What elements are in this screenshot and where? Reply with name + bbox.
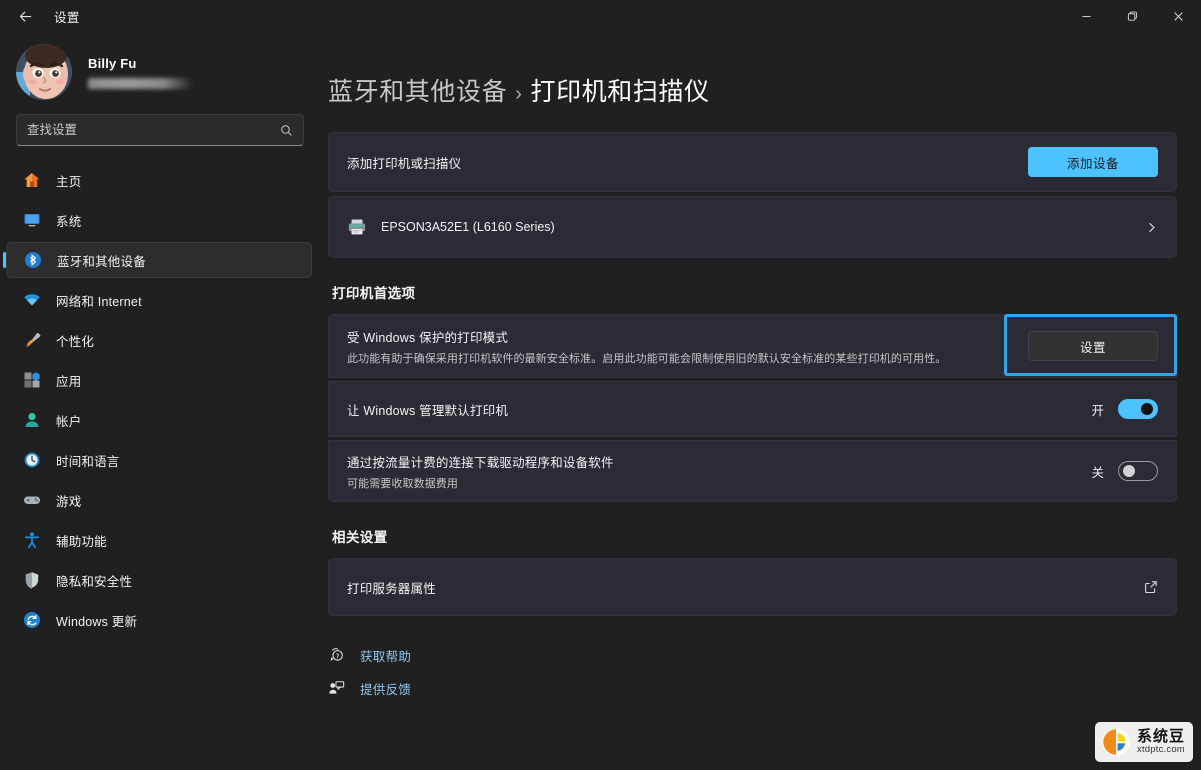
avatar <box>16 44 72 100</box>
metered-download-title: 通过按流量计费的连接下载驱动程序和设备软件 <box>347 455 614 470</box>
sidebar-item-apps[interactable]: 应用 <box>6 362 312 398</box>
minimize-button[interactable] <box>1063 0 1109 32</box>
manage-default-printer-row: 让 Windows 管理默认打印机 开 <box>328 381 1177 437</box>
printer-icon <box>347 217 369 237</box>
sidebar-nav: 主页 系统 蓝牙和其他设备 网络和 Internet 个性化 应用 帐户 时间和… <box>0 162 320 642</box>
time-icon <box>22 450 42 470</box>
window-controls <box>1063 0 1201 32</box>
add-device-button[interactable]: 添加设备 <box>1028 147 1158 177</box>
breadcrumb: 蓝牙和其他设备 › 打印机和扫描仪 <box>328 72 1177 108</box>
sidebar-item-label: 帐户 <box>56 414 82 429</box>
sidebar-item-label: 网络和 Internet <box>56 294 142 309</box>
sidebar-item-label: 个性化 <box>56 334 95 349</box>
home-icon <box>22 170 42 190</box>
gaming-icon <box>22 490 42 510</box>
breadcrumb-separator: › <box>515 83 523 105</box>
sidebar-item-label: 系统 <box>56 214 82 229</box>
sidebar-item-label: 隐私和安全性 <box>56 574 133 589</box>
search-icon <box>280 124 303 137</box>
apps-icon <box>22 370 42 390</box>
personalize-icon <box>22 330 42 350</box>
sidebar-item-label: 游戏 <box>56 494 82 509</box>
sidebar-item-label: 辅助功能 <box>56 534 107 549</box>
chevron-right-icon <box>1145 221 1158 234</box>
search-input[interactable] <box>17 123 280 137</box>
protected-print-description: 此功能有助于确保采用打印机软件的最新安全标准。启用此功能可能会限制使用旧的默认安… <box>347 352 947 365</box>
back-button[interactable] <box>8 1 42 31</box>
protected-print-settings-button[interactable]: 设置 <box>1028 331 1158 361</box>
bluetooth-icon <box>23 250 43 270</box>
metered-download-state: 关 <box>1091 465 1104 480</box>
footer-links: 获取帮助 提供反馈 <box>328 642 1177 701</box>
sidebar-item-system[interactable]: 系统 <box>6 202 312 238</box>
sidebar-item-privacy-security[interactable]: 隐私和安全性 <box>6 562 312 598</box>
metered-download-toggle[interactable] <box>1118 461 1158 481</box>
account-name: Billy Fu <box>88 55 137 71</box>
watermark-name: 系统豆 <box>1136 727 1185 745</box>
page-title: 打印机和扫描仪 <box>530 78 710 106</box>
sidebar-item-label: 主页 <box>56 174 82 189</box>
get-help-label: 获取帮助 <box>360 649 412 664</box>
sidebar-item-bluetooth[interactable]: 蓝牙和其他设备 <box>6 242 312 278</box>
sidebar-item-network[interactable]: 网络和 Internet <box>6 282 312 318</box>
breadcrumb-parent[interactable]: 蓝牙和其他设备 <box>328 78 507 106</box>
related-settings-heading: 相关设置 <box>332 530 388 545</box>
accounts-icon <box>22 410 42 430</box>
printer-preferences-heading: 打印机首选项 <box>332 286 416 301</box>
sidebar-item-label: 蓝牙和其他设备 <box>57 254 146 269</box>
search-box[interactable] <box>16 114 304 146</box>
close-button[interactable] <box>1155 0 1201 32</box>
manage-default-printer-title: 让 Windows 管理默认打印机 <box>347 403 509 418</box>
print-server-properties-label: 打印服务器属性 <box>347 581 436 596</box>
accessibility-icon <box>22 530 42 550</box>
sidebar-item-label: 时间和语言 <box>56 454 120 469</box>
protected-print-row: 受 Windows 保护的打印模式 此功能有助于确保采用打印机软件的最新安全标准… <box>328 314 1177 378</box>
printer-name: EPSON3A52E1 (L6160 Series) <box>381 220 555 234</box>
privacy-icon <box>22 570 42 590</box>
sidebar-item-personalization[interactable]: 个性化 <box>6 322 312 358</box>
account-section[interactable]: Billy Fu <box>0 32 320 110</box>
account-email-redacted <box>88 77 193 89</box>
printer-row[interactable]: EPSON3A52E1 (L6160 Series) <box>328 196 1177 258</box>
update-icon <box>22 610 42 630</box>
feedback-icon <box>328 680 348 696</box>
help-icon <box>328 647 348 663</box>
settings-window: 设置 Billy Fu 查找设置 主页 系统 蓝牙和其他设备 网络和 Inter… <box>0 0 1201 770</box>
add-printer-label: 添加打印机或扫描仪 <box>347 156 462 171</box>
manage-default-printer-state: 开 <box>1091 403 1104 418</box>
sidebar-item-label: 应用 <box>56 374 82 389</box>
sidebar-item-accounts[interactable]: 帐户 <box>6 402 312 438</box>
watermark-url: xtdptc.com <box>1136 744 1185 756</box>
external-link-icon <box>1144 580 1158 594</box>
sidebar-item-time-language[interactable]: 时间和语言 <box>6 442 312 478</box>
metered-download-row: 通过按流量计费的连接下载驱动程序和设备软件 可能需要收取数据费用 关 <box>328 440 1177 502</box>
network-icon <box>22 290 42 310</box>
sidebar-item-gaming[interactable]: 游戏 <box>6 482 312 518</box>
maximize-button[interactable] <box>1109 0 1155 32</box>
title-bar: 设置 <box>0 0 1201 32</box>
sidebar: Billy Fu 查找设置 主页 系统 蓝牙和其他设备 网络和 Internet… <box>0 32 320 770</box>
main-content: 蓝牙和其他设备 › 打印机和扫描仪 添加打印机或扫描仪 添加设备 EPSON3A… <box>320 32 1201 770</box>
protected-print-title: 受 Windows 保护的打印模式 <box>347 330 509 345</box>
give-feedback-label: 提供反馈 <box>360 682 412 697</box>
sidebar-item-home[interactable]: 主页 <box>6 162 312 198</box>
sidebar-item-label: Windows 更新 <box>56 614 138 629</box>
watermark: 系统豆 xtdptc.com <box>1094 722 1193 762</box>
sidebar-item-accessibility[interactable]: 辅助功能 <box>6 522 312 558</box>
get-help-link[interactable]: 获取帮助 <box>328 642 1177 668</box>
print-server-properties-row[interactable]: 打印服务器属性 <box>328 558 1177 616</box>
manage-default-printer-toggle[interactable] <box>1118 399 1158 419</box>
watermark-logo-icon <box>1102 728 1130 756</box>
system-icon <box>22 210 42 230</box>
app-title: 设置 <box>54 10 80 25</box>
add-printer-row: 添加打印机或扫描仪 添加设备 <box>328 132 1177 192</box>
metered-download-description: 可能需要收取数据费用 <box>347 477 458 490</box>
sidebar-item-windows-update[interactable]: Windows 更新 <box>6 602 312 638</box>
give-feedback-link[interactable]: 提供反馈 <box>328 675 1177 701</box>
